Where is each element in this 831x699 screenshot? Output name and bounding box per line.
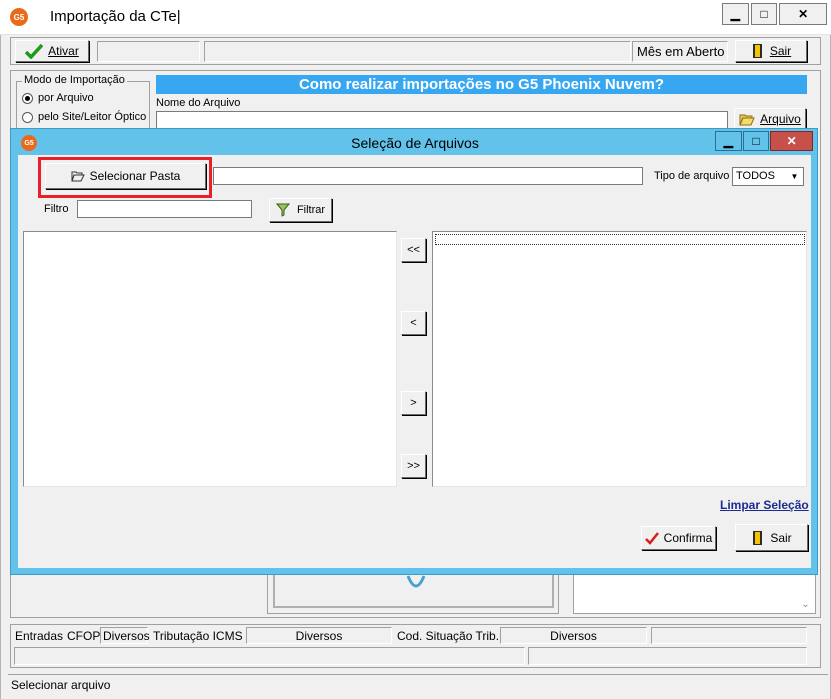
- maximize-button[interactable]: □: [750, 3, 778, 25]
- dialog-sair-label: Sair: [770, 530, 792, 545]
- exit-door-icon: [752, 44, 762, 58]
- main-title-bar: G5 Importação da CTe| ▁ □ ✕: [0, 0, 831, 35]
- tipo-arquivo-value: TODOS: [736, 170, 775, 182]
- available-files-list[interactable]: [23, 231, 397, 487]
- bottom-wide-field-1: [14, 647, 525, 665]
- dialog-maximize-button[interactable]: □: [742, 131, 770, 151]
- selecionar-pasta-label: Selecionar Pasta: [89, 169, 181, 183]
- move-all-left-button[interactable]: <<: [401, 238, 426, 262]
- status-text: Selecionar arquivo: [11, 678, 111, 692]
- cod-situacao-label: Cod. Situação Trib.: [397, 629, 500, 643]
- status-bar: Selecionar arquivo: [8, 674, 828, 694]
- dialog-title: Seleção de Arquivos: [351, 135, 479, 151]
- dialog-client: Selecionar Pasta Tipo de arquivo TODOS ▼…: [18, 155, 811, 568]
- radio-pelo-site-label: pelo Site/Leitor Óptico: [38, 111, 147, 123]
- sair-button[interactable]: Sair: [735, 40, 807, 62]
- mes-em-aberto-label: Mês em Aberto: [632, 41, 728, 62]
- main-window-title: Importação da CTe|: [50, 8, 181, 25]
- import-mode-legend: Modo de Importação: [22, 74, 127, 86]
- entradas-label: Entradas: [15, 629, 64, 643]
- help-banner[interactable]: Como realizar importações no G5 Phoenix …: [156, 75, 807, 94]
- cod-situacao-value: Diversos: [500, 627, 647, 644]
- cfop-value: Diversos: [100, 627, 150, 644]
- selected-files-list[interactable]: [432, 231, 807, 487]
- selection-dialog: G5 Seleção de Arquivos ▁ □ ✕ Selecionar …: [10, 128, 818, 575]
- radio-checked-icon: [22, 92, 33, 104]
- filtro-label: Filtro: [44, 203, 69, 215]
- tributacao-value: Diversos: [246, 627, 392, 644]
- close-button[interactable]: ✕: [779, 3, 827, 25]
- filter-icon: [275, 203, 291, 217]
- move-left-button[interactable]: <: [401, 311, 426, 335]
- move-all-right-button[interactable]: >>: [401, 454, 426, 478]
- radio-por-arquivo[interactable]: por Arquivo: [22, 92, 94, 104]
- bottom-extra-field: [651, 627, 807, 644]
- filtrar-label: Filtrar: [296, 204, 326, 216]
- selecionar-pasta-button[interactable]: Selecionar Pasta: [45, 163, 206, 189]
- folder-open-icon: [70, 171, 85, 181]
- bottom-wide-field-2: [528, 647, 807, 665]
- path-input[interactable]: [213, 167, 643, 185]
- radio-pelo-site[interactable]: pelo Site/Leitor Óptico: [22, 111, 146, 123]
- app-logo-icon: G5: [10, 8, 28, 26]
- move-right-button[interactable]: >: [401, 391, 426, 415]
- tipo-arquivo-select[interactable]: TODOS ▼: [732, 167, 804, 186]
- ativar-button[interactable]: Ativar: [15, 40, 89, 62]
- radio-por-arquivo-label: por Arquivo: [38, 92, 94, 104]
- ativar-label: Ativar: [48, 44, 79, 58]
- background-panel-right: [573, 574, 816, 614]
- file-name-input[interactable]: [156, 111, 728, 129]
- file-name-label: Nome do Arquivo: [156, 97, 241, 109]
- toolbar: Ativar Mês em Aberto Sair: [10, 37, 821, 65]
- focus-row: [435, 234, 805, 245]
- sair-label: Sair: [769, 44, 792, 58]
- main-window-controls: ▁ □ ✕: [722, 3, 827, 25]
- check-icon: [25, 43, 44, 59]
- confirma-label: Confirma: [663, 531, 713, 545]
- dialog-minimize-button[interactable]: ▁: [715, 131, 742, 151]
- tipo-arquivo-label: Tipo de arquivo: [654, 170, 730, 182]
- filtrar-button[interactable]: Filtrar: [269, 198, 332, 222]
- toolbar-field-2: [204, 41, 631, 62]
- dialog-close-button[interactable]: ✕: [770, 131, 813, 151]
- dialog-sair-button[interactable]: Sair: [735, 524, 808, 551]
- arquivo-button[interactable]: Arquivo: [734, 108, 806, 130]
- minimize-button[interactable]: ▁: [722, 3, 749, 25]
- exit-door-icon: [753, 530, 763, 545]
- arquivo-label: Arquivo: [760, 112, 801, 126]
- dropdown-arrow-icon[interactable]: ▼: [787, 169, 802, 184]
- folder-open-icon: [739, 114, 755, 125]
- limpar-selecao-link[interactable]: Limpar Seleção: [720, 498, 809, 512]
- scroll-down-icon[interactable]: ⌄: [797, 596, 814, 612]
- logo-fragment-icon: [406, 575, 426, 588]
- radio-unchecked-icon: [22, 111, 33, 123]
- dialog-controls: ▁ □ ✕: [715, 131, 813, 151]
- checkmark-icon: [644, 531, 659, 545]
- toolbar-field-1: [97, 41, 200, 62]
- tributacao-label: Tributação ICMS: [153, 629, 243, 643]
- confirma-button[interactable]: Confirma: [641, 526, 716, 550]
- filtro-input[interactable]: [77, 200, 252, 218]
- cfop-label: CFOP: [67, 629, 101, 643]
